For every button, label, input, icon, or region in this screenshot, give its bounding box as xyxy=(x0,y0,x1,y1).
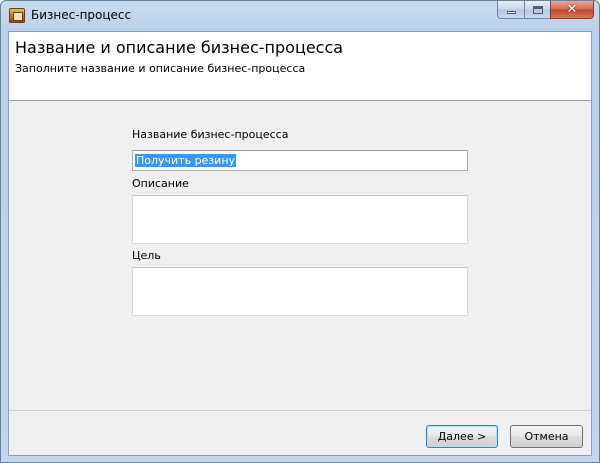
minimize-button[interactable] xyxy=(497,1,524,19)
page-subtitle: Заполните название и описание бизнес-про… xyxy=(15,62,306,75)
minimize-icon xyxy=(506,10,516,14)
maximize-icon xyxy=(532,5,543,14)
window-title: Бизнес-процесс xyxy=(31,8,132,22)
description-label: Описание xyxy=(132,177,189,190)
app-icon[interactable] xyxy=(9,8,25,23)
close-button[interactable]: ✕ xyxy=(550,1,594,19)
dialog-client-area: Название и описание бизнес-процесса Запо… xyxy=(8,31,592,456)
cancel-button[interactable]: Отмена xyxy=(510,425,583,448)
close-icon: ✕ xyxy=(566,2,578,17)
footer-divider xyxy=(9,410,591,411)
maximize-button[interactable] xyxy=(524,1,550,19)
name-input-value: Получить резину xyxy=(135,154,237,167)
name-input[interactable]: Получить резину xyxy=(132,150,468,171)
caption-buttons: ✕ xyxy=(497,1,594,20)
title-bar[interactable]: Бизнес-процесс ✕ xyxy=(1,1,599,31)
wizard-window: Бизнес-процесс ✕ Название и описание биз… xyxy=(0,0,600,463)
goal-textarea[interactable] xyxy=(132,267,468,316)
wizard-header: Название и описание бизнес-процесса Запо… xyxy=(9,32,591,101)
next-button[interactable]: Далее > xyxy=(426,425,498,448)
goal-label: Цель xyxy=(132,249,161,262)
description-textarea[interactable] xyxy=(132,195,468,244)
page-title: Название и описание бизнес-процесса xyxy=(15,38,344,57)
name-label: Название бизнес-процесса xyxy=(132,128,289,141)
